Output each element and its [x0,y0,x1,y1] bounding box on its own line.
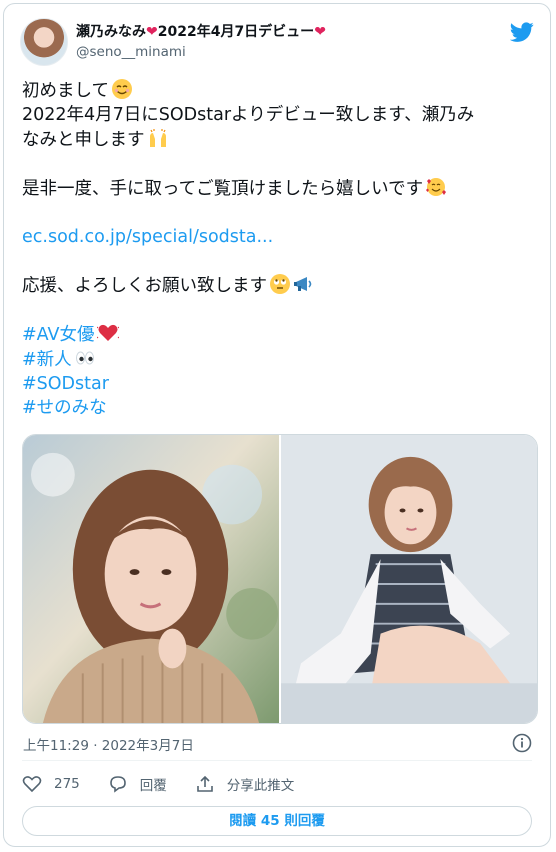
info-icon[interactable] [512,733,532,753]
like-count: 275 [54,776,80,792]
read-replies-button[interactable]: 閱讀 45 則回覆 [22,806,532,836]
reply-bubble-icon [109,776,126,793]
share-button[interactable]: 分享此推文 [195,774,295,794]
tweet-text-line: 応援、よろしくお願い致します [22,276,267,296]
tweet-text-line: 是非一度、手に取ってご覧頂けましたら嬉しいです [22,179,424,199]
author-names: 瀬乃みなみ❤2022年4月7日デビュー❤ @seno__minami [76,22,326,62]
red-heart-icon: ❤ [146,24,158,40]
twitter-bird-icon[interactable] [510,20,534,44]
tweet-body: 初めまして 2022年4月7日にSODstarよりデビュー致します、瀬乃み なみ… [22,78,532,420]
tweet-header: 瀬乃みなみ❤2022年4月7日デビュー❤ @seno__minami [20,18,534,68]
tweet-text-line: 2022年4月7日にSODstarよりデビュー致します、瀬乃み [22,105,475,125]
hashtag-link[interactable]: #新人 [22,350,72,370]
like-button[interactable]: 275 [22,774,80,794]
face-with-rolling-eyes-icon [270,274,290,294]
share-label: 分享此推文 [226,778,295,794]
photo-1[interactable] [23,435,279,723]
photo-2[interactable] [281,435,537,723]
smiling-face-icon [111,79,132,99]
display-name[interactable]: 瀬乃みなみ❤2022年4月7日デビュー❤ [76,22,326,42]
media-grid [22,434,538,724]
action-bar: 275 回覆 分享此推文 [22,772,322,796]
reply-label: 回覆 [139,778,167,794]
red-heart-icon: ❤ [314,24,326,40]
megaphone-icon [294,277,312,291]
hashtag-link[interactable]: #AV女優 [22,325,95,345]
tweet-timestamp[interactable]: 上午11:29 · 2022年3月7日 [23,734,194,754]
eyes-icon [75,351,94,365]
avatar[interactable] [20,18,68,66]
share-upload-icon [196,775,213,792]
display-name-suffix: 2022年4月7日デビュー [157,24,315,40]
tweet-text-line: 初めまして [22,81,109,101]
heart-outline-icon [22,776,42,793]
display-name-text: 瀬乃みなみ [76,24,146,40]
external-link[interactable]: ec.sod.co.jp/special/sodsta... [22,227,273,247]
seated-photo-image [281,435,537,723]
tweet-text-line: なみと申します [22,130,145,150]
beating-heart-icon [96,324,119,341]
raising-hands-icon [149,129,166,147]
smiling-face-with-hearts-icon [426,178,447,196]
divider [22,760,532,761]
user-handle[interactable]: @seno__minami [76,42,326,62]
tweet-card: 瀬乃みなみ❤2022年4月7日デビュー❤ @seno__minami 初めまして… [3,3,551,847]
hashtag-link[interactable]: #SODstar [22,374,109,394]
portrait-photo-image [23,435,279,723]
hashtag-link[interactable]: #せのみな [22,398,107,418]
reply-button[interactable]: 回覆 [108,774,167,794]
